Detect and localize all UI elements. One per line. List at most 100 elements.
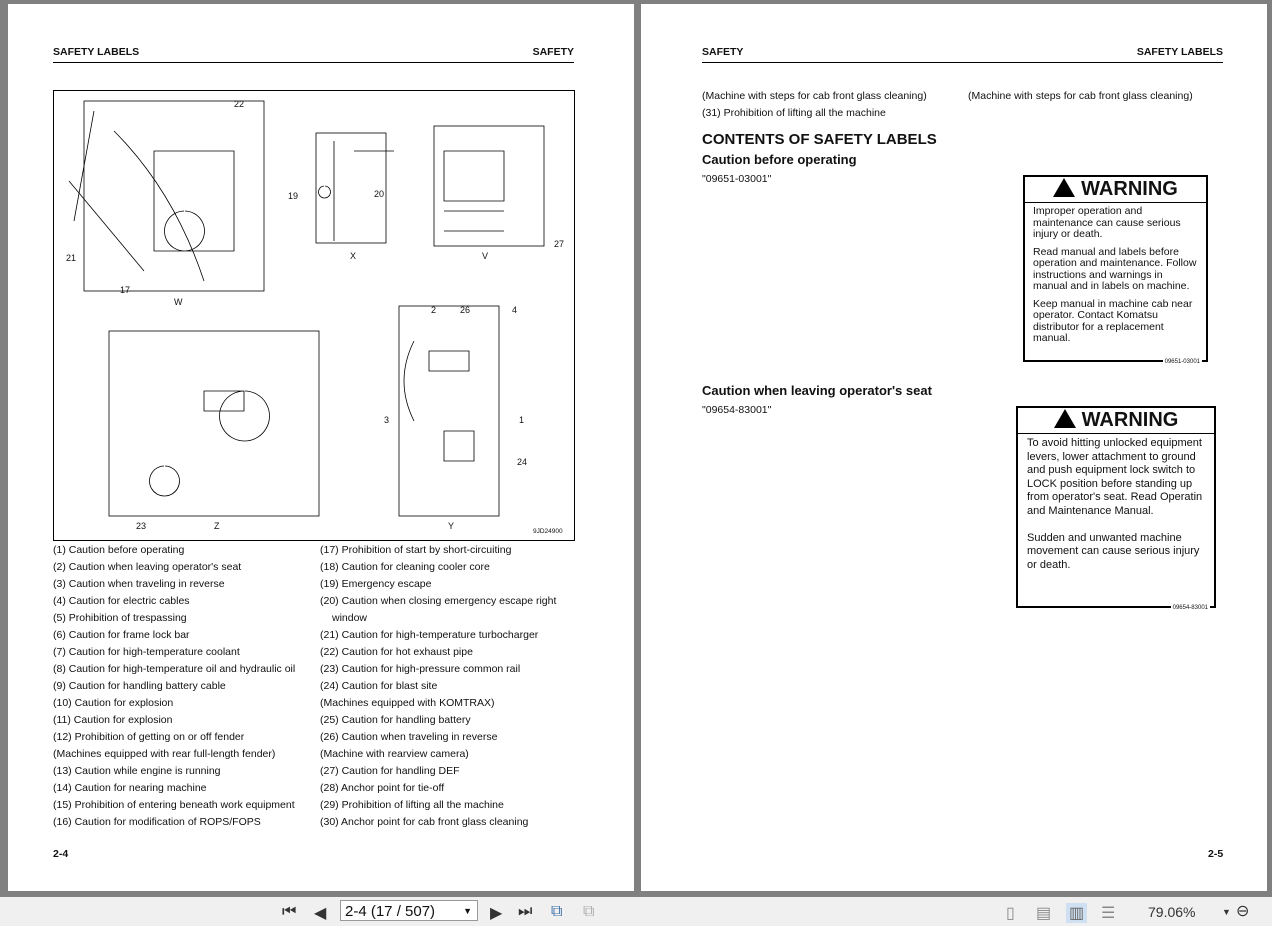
callout-2: 2 <box>431 305 437 315</box>
view-label-x: X <box>350 251 357 261</box>
label-list-item: (1) Caution before operating <box>53 544 185 556</box>
label-list-item: (12) Prohibition of getting on or off fe… <box>53 731 245 743</box>
label-list-item: (22) Caution for hot exhaust pipe <box>320 646 473 658</box>
label-list-item: (2) Caution when leaving operator's seat <box>53 561 242 573</box>
view-x-drawing <box>315 132 394 244</box>
page-number: 2-4 <box>53 848 69 860</box>
right-page: SAFETY SAFETY LABELS (Machine with steps… <box>641 4 1267 891</box>
view-v-drawing <box>433 125 545 247</box>
continuous-facing-icon[interactable]: ☰ <box>1101 903 1115 923</box>
view-w-drawing <box>68 100 265 292</box>
callout-21: 21 <box>66 253 77 263</box>
callout-20: 20 <box>374 189 385 199</box>
callout-3: 3 <box>384 415 390 425</box>
label-list-item: (6) Caution for frame lock bar <box>53 629 190 641</box>
viewer-toolbar: ⏮ ◀ 2-4 (17 / 507) ▼ ▶ ⏭ ⧉ ⧉ ▯ ▤ ▥ ☰ 79.0… <box>0 897 1272 926</box>
warning-paragraph: Improper operation and maintenance can c… <box>1033 205 1181 240</box>
note-text: (Machine with steps for cab front glass … <box>968 90 1193 102</box>
label-list-item: (Machines equipped with KOMTRAX) <box>320 697 495 709</box>
callout-17: 17 <box>120 285 131 295</box>
next-page-icon[interactable]: ▶ <box>490 903 502 923</box>
zoom-out-icon[interactable]: ⊖ <box>1236 901 1249 921</box>
warning-paragraph: Read manual and labels before operation … <box>1033 245 1197 292</box>
warning-triangle-icon <box>1053 178 1076 197</box>
label-list-item: (Machines equipped with rear full-length… <box>53 748 276 760</box>
list-item-31: (31) Prohibition of lifting all the mach… <box>702 107 886 119</box>
single-page-icon[interactable]: ▯ <box>1006 903 1015 923</box>
continuous-page-icon[interactable]: ▤ <box>1036 903 1051 923</box>
header-rule <box>702 62 1223 63</box>
label-list-item: (10) Caution for explosion <box>53 697 174 709</box>
label-list-item: (Machine with rearview camera) <box>320 748 469 760</box>
label-list-item: (29) Prohibition of lifting all the mach… <box>320 799 504 811</box>
header-left: SAFETY <box>702 46 744 58</box>
last-page-icon[interactable]: ⏭ <box>518 903 532 921</box>
warning-paragraph: Keep manual in machine cab near operator… <box>1033 297 1193 344</box>
section-title: CONTENTS OF SAFETY LABELS <box>702 131 937 148</box>
left-page: SAFETY LABELS SAFETY 22 21 17 19 20 27 2… <box>8 4 634 891</box>
zoom-dropdown-icon[interactable]: ▼ <box>1222 907 1231 917</box>
label-list-item: (20) Caution when closing emergency esca… <box>320 595 557 607</box>
label-list-item: (23) Caution for high-pressure common ra… <box>320 663 521 675</box>
label-list-item: (15) Prohibition of entering beneath wor… <box>53 799 295 811</box>
chevron-down-icon[interactable]: ▼ <box>463 901 472 922</box>
header-right: SAFETY <box>532 46 574 58</box>
zoom-level[interactable]: 79.06% <box>1148 904 1195 920</box>
label-code: 09651-03001 <box>1162 359 1202 365</box>
header-left: SAFETY LABELS <box>53 46 140 58</box>
label-list-item: (26) Caution when traveling in reverse <box>320 731 498 743</box>
page-number-field[interactable]: 2-4 (17 / 507) ▼ <box>340 900 478 921</box>
callout-23: 23 <box>136 521 147 531</box>
callout-26: 26 <box>460 305 471 315</box>
label-list-item: (7) Caution for high-temperature coolant <box>53 646 240 658</box>
label-list-item: (19) Emergency escape <box>320 578 432 590</box>
label-list-item: (18) Caution for cleaning cooler core <box>320 561 490 573</box>
warning-title: WARNING <box>1081 409 1179 431</box>
label-list-item: (13) Caution while engine is running <box>53 765 221 777</box>
label-code: 09654-83001 <box>1170 605 1210 611</box>
callout-1: 1 <box>519 415 525 425</box>
label-list-item: (4) Caution for electric cables <box>53 595 190 607</box>
page-number: 2-5 <box>1208 848 1224 860</box>
note-text: (Machine with steps for cab front glass … <box>702 90 927 102</box>
figure-code: 9JD24900 <box>533 528 563 535</box>
section2-heading: Caution when leaving operator's seat <box>702 383 932 398</box>
label-list-item: window <box>332 612 368 624</box>
facing-pages-icon[interactable]: ▥ <box>1066 903 1088 923</box>
view-label-w: W <box>174 297 183 307</box>
view-z-drawing <box>108 330 320 517</box>
section2-code: "09654-83001" <box>702 404 772 416</box>
previous-view-icon[interactable]: ⧉ <box>551 903 562 921</box>
label-list-item: (8) Caution for high-temperature oil and… <box>53 663 296 675</box>
label-list-item: (14) Caution for nearing machine <box>53 782 207 794</box>
label-list-item: (11) Caution for explosion <box>53 714 173 726</box>
next-view-icon[interactable]: ⧉ <box>583 903 594 921</box>
page-field-value: 2-4 (17 / 507) <box>345 903 436 920</box>
view-label-y: Y <box>448 521 455 531</box>
callout-22: 22 <box>234 99 245 109</box>
view-label-z: Z <box>214 521 220 531</box>
previous-page-icon[interactable]: ◀ <box>314 903 326 923</box>
label-list-item: (17) Prohibition of start by short-circu… <box>320 544 512 556</box>
view-label-v: V <box>482 251 489 261</box>
label-list-item: (21) Caution for high-temperature turboc… <box>320 629 539 641</box>
callout-4: 4 <box>512 305 518 315</box>
warning-paragraph: Sudden and unwanted machine movement can… <box>1027 531 1200 571</box>
label-list-item: (5) Prohibition of trespassing <box>53 612 187 624</box>
first-page-icon[interactable]: ⏮ <box>282 903 296 921</box>
callout-27: 27 <box>554 239 565 249</box>
section1-code: "09651-03001" <box>702 173 772 185</box>
warning-label-1: WARNING Improper operation and maintenan… <box>1023 175 1208 365</box>
warning-paragraph: To avoid hitting unlocked equipment leve… <box>1027 437 1203 517</box>
view-y-drawing <box>398 305 500 517</box>
section1-heading: Caution before operating <box>702 152 857 167</box>
header-right: SAFETY LABELS <box>1136 46 1223 58</box>
label-list-item: (9) Caution for handling battery cable <box>53 680 226 692</box>
label-list-item: (30) Anchor point for cab front glass cl… <box>320 816 529 828</box>
callout-24: 24 <box>517 457 528 467</box>
warning-label-2: WARNING To avoid hitting unlocked equipm… <box>1016 406 1216 611</box>
safety-label-locations-figure: 22 21 17 19 20 27 2 26 4 3 1 24 23 W X V… <box>53 90 575 541</box>
label-list-item: (24) Caution for blast site <box>320 680 438 692</box>
label-list-item: (27) Caution for handling DEF <box>320 765 460 777</box>
label-list-item: (16) Caution for modification of ROPS/FO… <box>53 816 261 828</box>
